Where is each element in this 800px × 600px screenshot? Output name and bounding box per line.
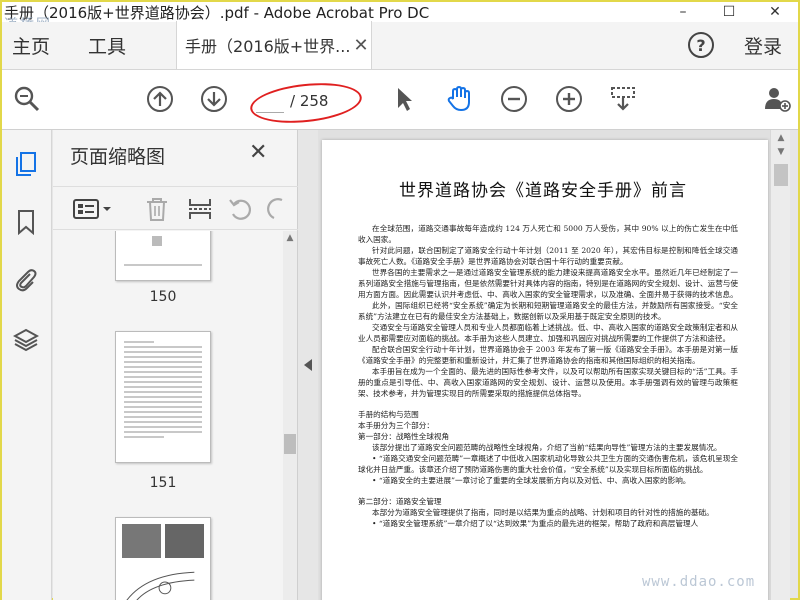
panel-close-icon[interactable]: ✕	[249, 140, 267, 165]
document-heading: 第二部分：道路安全管理	[358, 497, 442, 506]
thumbnail-page[interactable]	[115, 331, 211, 463]
panel-collapse-handle[interactable]	[298, 130, 318, 600]
thumbnail-page[interactable]	[115, 517, 211, 600]
title-bar: 手册（2016版+世界道路协会）.pdf - Adobe Acrobat Pro…	[2, 2, 798, 22]
thumbnail-page-number: 151	[149, 475, 177, 491]
document-scrollbar[interactable]: ▲ ▼	[770, 130, 790, 600]
document-paragraph: 交通安全与道路安全管理人员和专业人员都面临着上述挑战。低、中、高收入国家的道路安…	[358, 323, 738, 343]
document-paragraph: 该部分提出了道路安全问题范畴的战略性全球视角，介绍了当前“结果向导性”管理方法的…	[372, 443, 722, 452]
tab-bar: 主页 工具 手册（2016版+世界... ✕ ? 登录	[2, 21, 798, 70]
zoom-search-icon[interactable]	[12, 84, 42, 114]
document-line: 本手册分为三个部分：	[358, 421, 434, 430]
document-paragraph: 本手册旨在成为一个全面的、最先进的国际性参考文件，以及可以帮助所有国家实现关键目…	[358, 367, 738, 398]
bookmark-icon[interactable]	[10, 206, 42, 238]
zoom-in-icon[interactable]	[554, 84, 584, 114]
thumbnail-options-icon[interactable]	[69, 195, 115, 223]
tab-tools[interactable]: 工具	[78, 21, 136, 69]
thumbnail-page[interactable]	[115, 231, 211, 281]
rotate-left-icon[interactable]	[227, 195, 255, 223]
document-viewer[interactable]: 世界道路协会《道路安全手册》前言 在全球范围，道路交通事故每年造成约 124 万…	[318, 130, 770, 600]
page-up-icon[interactable]	[145, 84, 175, 114]
thumbnail-scroll-thumb[interactable]	[284, 434, 296, 454]
document-heading: 手册的结构与范围	[358, 410, 419, 419]
delete-page-icon[interactable]	[143, 195, 171, 223]
maximize-button[interactable]: ☐	[706, 2, 752, 22]
thumbnail-photo	[165, 524, 204, 558]
scroll-up-icon[interactable]: ▲	[283, 231, 297, 245]
document-paragraph: 本部分为道路安全管理提供了指南，同时是以结果为重点的战略、计划和项目的针对性的措…	[372, 508, 714, 517]
tab-close-icon[interactable]: ✕	[351, 35, 371, 56]
rotate-right-icon[interactable]	[265, 195, 293, 223]
document-paragraph: 世界各国的主要需求之一是通过道路安全管理系统的能力建设来提高道路安全水平。虽然近…	[358, 268, 738, 299]
thumbnail-diagram	[126, 571, 195, 600]
help-icon[interactable]: ?	[687, 32, 714, 58]
document-paragraph: 配合联合国安全行动十年计划，世界道路协会于 2003 年发布了第一版《道路安全手…	[358, 345, 738, 365]
document-paragraph: 此外，国际组织已经将“安全系统”确定为长期和短期管理道路安全的最佳方法，并鼓励所…	[358, 301, 738, 321]
thumbnail-panel: 页面缩略图 ✕ 150 151 ▲	[53, 130, 298, 600]
scroll-down-small-icon[interactable]: ▼	[771, 144, 791, 160]
thumbnail-photo	[122, 524, 161, 558]
attachment-icon[interactable]	[10, 264, 42, 296]
document-title: 世界道路协会《道路安全手册》前言	[399, 181, 687, 201]
document-paragraph: • “道路安全的主要进展”一章讨论了重要的全球发展新方向以及对低、中、高收入国家…	[372, 476, 691, 485]
thumbnail-scrollbar[interactable]: ▲	[283, 231, 297, 600]
thumbnail-page-number: 150	[149, 289, 177, 305]
thumbnail-list: 150 151	[53, 231, 283, 600]
document-paragraph: 在全球范围，道路交通事故每年造成约 124 万人死亡和 5000 万人受伤，其中…	[358, 224, 738, 244]
watermark-bottom-right: www.ddao.com	[642, 574, 756, 590]
tab-home[interactable]: 主页	[2, 21, 60, 69]
tab-document-label: 手册（2016版+世界...	[185, 37, 351, 56]
main-toolbar: / 258	[2, 70, 798, 130]
window-title: 手册（2016版+世界道路协会）.pdf - Adobe Acrobat Pro…	[4, 3, 430, 22]
document-paragraph: • “道路安全管理系统”一章介绍了以“达到效果”为重点的最先进的框架，帮助了政府…	[372, 519, 699, 528]
minimize-button[interactable]: –	[660, 2, 706, 22]
select-arrow-icon[interactable]	[389, 84, 419, 114]
insert-page-icon[interactable]	[186, 195, 214, 223]
document-page: 世界道路协会《道路安全手册》前言 在全球范围，道路交通事故每年造成约 124 万…	[322, 140, 768, 600]
marquee-zoom-icon[interactable]	[608, 84, 638, 114]
document-paragraph: 针对此问题，联合国制定了道路安全行动十年计划（2011 至 2020 年），其宏…	[358, 246, 738, 266]
login-button[interactable]: 登录	[744, 32, 782, 59]
layers-icon[interactable]	[10, 324, 42, 356]
document-paragraph: • “道路交通安全问题范畴”一章概述了中低收入国家机动化导致公共卫生方面的交通伤…	[358, 454, 738, 474]
page-down-icon[interactable]	[199, 84, 229, 114]
red-annotation-oval	[248, 78, 364, 128]
window-controls: – ☐ ✕	[660, 2, 798, 22]
document-line: 第一部分：战略性全球视角	[358, 432, 450, 441]
page-thumbnails-icon[interactable]	[10, 148, 42, 180]
left-navigation-rail	[2, 130, 52, 600]
share-user-icon[interactable]	[762, 84, 792, 114]
hand-tool-icon[interactable]	[444, 84, 474, 114]
document-scroll-thumb[interactable]	[774, 164, 788, 186]
tab-document[interactable]: 手册（2016版+世界... ✕	[176, 21, 373, 69]
thumbnail-toolbar	[53, 186, 298, 230]
close-window-button[interactable]: ✕	[752, 2, 798, 22]
zoom-out-icon[interactable]	[499, 84, 529, 114]
collapse-left-icon	[304, 359, 312, 371]
thumbnail-panel-title: 页面缩略图	[70, 146, 166, 168]
